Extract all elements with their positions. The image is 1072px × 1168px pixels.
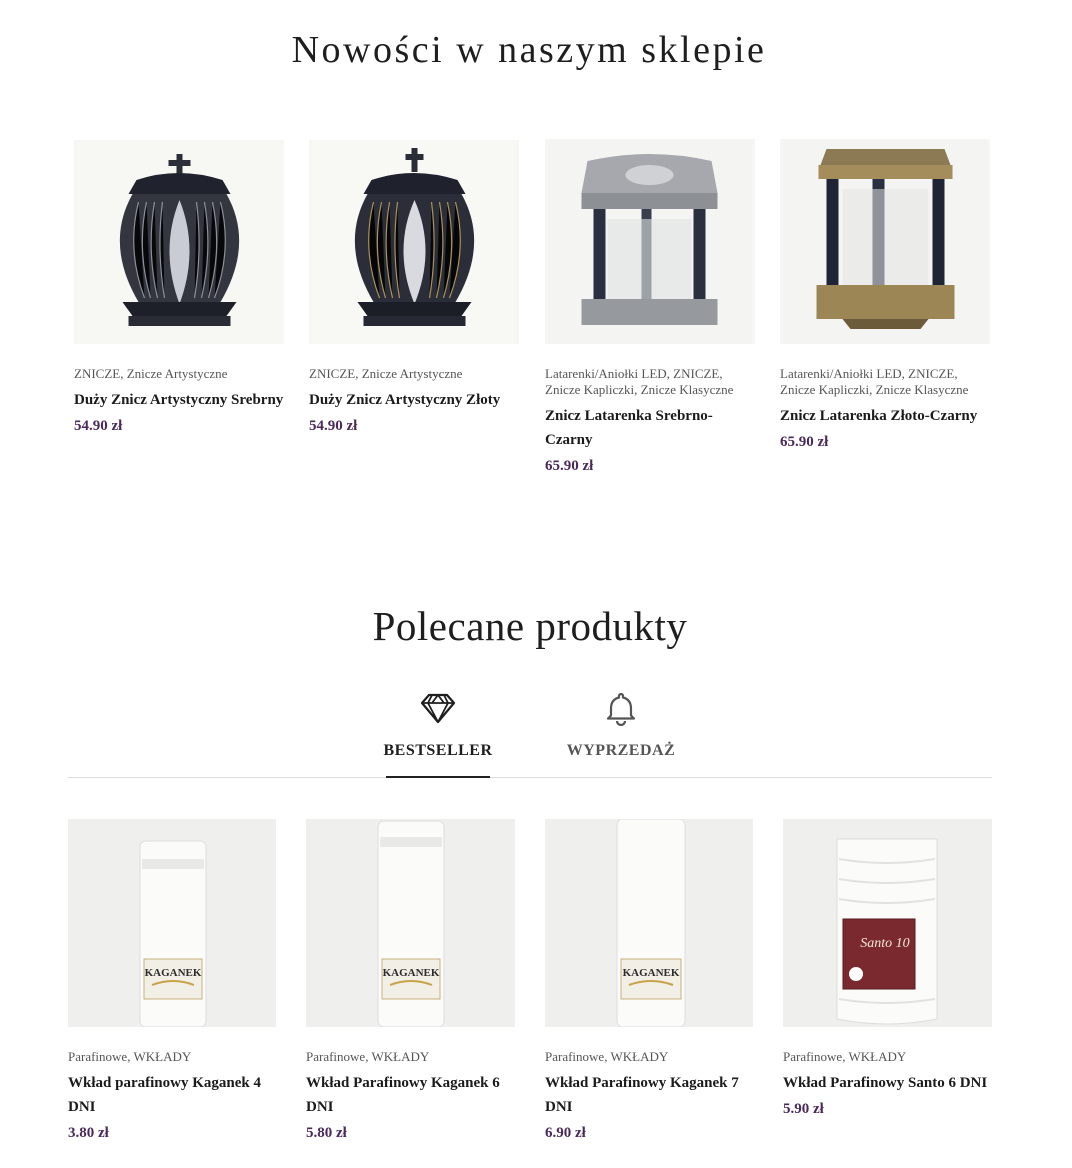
product-card[interactable]: Santo 10 Parafinowe, WKŁADY Wkład Parafi… <box>783 819 992 1118</box>
product-categories[interactable]: Parafinowe, WKŁADY <box>783 1049 992 1065</box>
product-categories[interactable]: Parafinowe, WKŁADY <box>545 1049 753 1065</box>
product-image[interactable] <box>74 140 284 344</box>
silver-black-lantern-image <box>547 139 753 344</box>
product-price: 6.90 zł <box>545 1125 586 1141</box>
product-categories[interactable]: Latarenki/Aniołki LED, ZNICZE, Znicze Ka… <box>780 366 990 398</box>
product-name[interactable]: Znicz Latarenka Srebrno-Czarny <box>545 404 755 452</box>
tab-wyprzedaz[interactable]: WYPRZEDAŻ <box>551 690 691 760</box>
product-name[interactable]: Wkład parafinowy Kaganek 4 DNI <box>68 1071 276 1119</box>
active-tab-indicator <box>386 776 490 778</box>
product-categories[interactable]: ZNICZE, Znicze Artystyczne <box>309 366 519 382</box>
product-card[interactable]: ZNICZE, Znicze Artystyczne Duży Znicz Ar… <box>309 140 519 435</box>
santo-6-candle-image: Santo 10 <box>783 819 992 1027</box>
candle-label-text: KAGANEK <box>145 967 202 979</box>
product-card[interactable]: Latarenki/Aniołki LED, ZNICZE, Znicze Ka… <box>545 139 755 475</box>
product-price: 5.80 zł <box>306 1125 347 1141</box>
candle-label-text: KAGANEK <box>383 967 440 979</box>
tab-label: WYPRZEDAŻ <box>566 742 676 759</box>
product-card[interactable]: KAGANEK Parafinowe, WKŁADY Wkład Parafin… <box>545 819 753 1142</box>
tab-bestseller[interactable]: BESTSELLER <box>368 690 508 760</box>
product-price: 54.90 zł <box>309 418 358 434</box>
product-image[interactable] <box>545 139 755 344</box>
product-image[interactable]: Santo 10 <box>783 819 992 1027</box>
product-image[interactable] <box>309 140 519 344</box>
tab-label: BESTSELLER <box>383 742 493 759</box>
gold-art-lantern-image <box>311 140 517 344</box>
product-price: 65.90 zł <box>780 434 829 450</box>
product-categories[interactable]: Latarenki/Aniołki LED, ZNICZE, Znicze Ka… <box>545 366 755 398</box>
kaganek-6-candle-image: KAGANEK <box>306 819 515 1027</box>
product-card[interactable]: Latarenki/Aniołki LED, ZNICZE, Znicze Ka… <box>780 139 990 451</box>
kaganek-7-candle-image: KAGANEK <box>545 819 753 1027</box>
product-categories[interactable]: Parafinowe, WKŁADY <box>306 1049 515 1065</box>
product-price: 5.90 zł <box>783 1101 824 1117</box>
product-name[interactable]: Wkład Parafinowy Kaganek 7 DNI <box>545 1071 753 1119</box>
product-card[interactable]: ZNICZE, Znicze Artystyczne Duży Znicz Ar… <box>74 140 284 435</box>
product-card[interactable]: KAGANEK Parafinowe, WKŁADY Wkład Parafin… <box>306 819 515 1142</box>
bell-icon <box>606 692 636 726</box>
product-price: 3.80 zł <box>68 1125 109 1141</box>
product-price: 54.90 zł <box>74 418 123 434</box>
tabs-divider <box>68 777 992 778</box>
new-products-title: Nowości w naszym sklepie <box>291 29 767 71</box>
featured-products-title: Polecane produkty <box>372 603 688 649</box>
gold-black-lantern-image <box>782 139 988 344</box>
silver-art-lantern-image <box>76 140 282 344</box>
product-card[interactable]: KAGANEK Parafinowe, WKŁADY Wkład parafin… <box>68 819 276 1142</box>
kaganek-4-candle-image: KAGANEK <box>68 819 276 1027</box>
diamond-icon <box>420 693 456 724</box>
product-image[interactable]: KAGANEK <box>68 819 276 1027</box>
product-categories[interactable]: ZNICZE, Znicze Artystyczne <box>74 366 284 382</box>
product-image[interactable]: KAGANEK <box>545 819 753 1027</box>
product-name[interactable]: Znicz Latarenka Złoto-Czarny <box>780 404 990 428</box>
candle-label-text: Santo 10 <box>860 936 909 951</box>
product-categories[interactable]: Parafinowe, WKŁADY <box>68 1049 276 1065</box>
product-image[interactable]: KAGANEK <box>306 819 515 1027</box>
product-name[interactable]: Wkład Parafinowy Kaganek 6 DNI <box>306 1071 515 1119</box>
product-image[interactable] <box>780 139 990 344</box>
candle-label-text: KAGANEK <box>623 967 680 979</box>
product-price: 65.90 zł <box>545 458 594 474</box>
product-name[interactable]: Duży Znicz Artystyczny Złoty <box>309 388 519 412</box>
product-name[interactable]: Wkład Parafinowy Santo 6 DNI <box>783 1071 992 1095</box>
product-name[interactable]: Duży Znicz Artystyczny Srebrny <box>74 388 284 412</box>
